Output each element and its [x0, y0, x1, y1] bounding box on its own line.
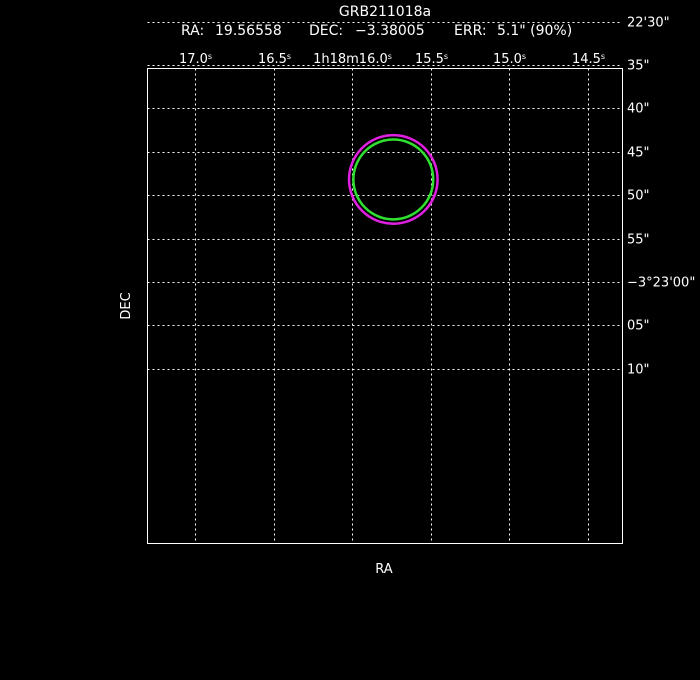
- ra-tick-label: 15.5s: [415, 52, 448, 67]
- x-axis-label: RA: [375, 562, 393, 577]
- ra-tick-label: 1h18m16.0s: [313, 52, 392, 67]
- chart-title: GRB211018a: [339, 4, 431, 20]
- dec-tick-label: −3°23'00": [627, 276, 695, 291]
- ra-tick-label: 15.0s: [493, 52, 526, 67]
- err-value: 5.1" (90%): [497, 23, 572, 39]
- dec-tick-label: 35": [627, 59, 650, 74]
- ra-tick-label: 14.5s: [572, 52, 605, 67]
- dec-tick-label: 05": [627, 319, 650, 334]
- ra-label: RA:: [181, 23, 204, 39]
- dec-tick-label: 55": [627, 233, 650, 248]
- y-axis-label: DEC: [119, 292, 134, 319]
- error-circle: [347, 133, 439, 225]
- dec-tick-label: 45": [627, 146, 650, 161]
- dec-tick-label: 10": [627, 363, 650, 378]
- dec-value: −3.38005: [355, 23, 425, 39]
- dec-tick-label: 50": [627, 189, 650, 204]
- coordinate-readout: RA: 19.56558 DEC: −3.38005 ERR: 5.1" (90…: [181, 23, 572, 39]
- ra-tick-label: 16.5s: [258, 52, 291, 67]
- dec-tick-label: 40": [627, 102, 650, 117]
- ra-value: 19.56558: [215, 23, 282, 39]
- dec-tick-label: 22'30": [627, 16, 670, 31]
- error-circles: [347, 133, 439, 225]
- localization-chart: GRB211018a RA: 19.56558 DEC: −3.38005 ER…: [119, 4, 695, 577]
- grid: [147, 22, 623, 544]
- ra-tick-label: 17.0s: [179, 52, 212, 67]
- error-circle: [352, 138, 435, 221]
- dec-label: DEC:: [309, 23, 343, 39]
- err-label: ERR:: [454, 23, 487, 39]
